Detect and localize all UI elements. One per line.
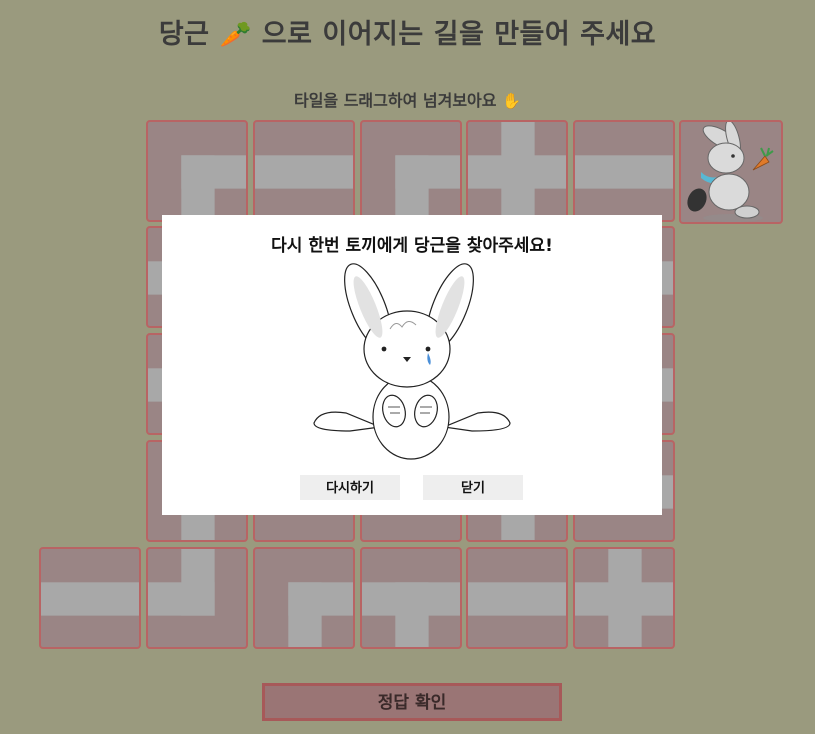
path-tile-r5c0[interactable] — [39, 547, 141, 649]
page-title: 당근 🥕 으로 이어지는 길을 만들어 주세요 — [0, 12, 815, 51]
page-subtitle: 타일을 드래그하여 넘겨보아요 ✋ — [0, 87, 815, 111]
path-segment-icon — [468, 582, 566, 616]
carrot-icon: 🥕 — [219, 20, 252, 50]
path-segment-icon — [575, 155, 673, 189]
crying-rabbit-icon — [313, 263, 511, 460]
rabbit-with-carrot-icon — [687, 120, 774, 222]
title-text-post: 으로 이어지는 길을 만들어 주세요 — [261, 19, 657, 50]
path-segment-icon — [575, 549, 673, 647]
title-text-pre: 당근 — [158, 19, 210, 50]
path-segment-icon — [288, 582, 353, 647]
path-tile-r5c4[interactable] — [466, 547, 568, 649]
close-button[interactable]: 닫기 — [423, 475, 523, 500]
path-tile-r5c1[interactable] — [146, 547, 248, 649]
retry-modal: 다시 한번 토끼에게 당근을 찾아주세요! 다시하기 닫기 — [162, 215, 662, 515]
path-tile-r1c3[interactable] — [360, 120, 462, 222]
rabbit-goal-cell — [679, 120, 783, 224]
hand-icon: ✋ — [502, 92, 521, 110]
path-segment-icon — [395, 155, 460, 220]
retry-button[interactable]: 다시하기 — [300, 475, 400, 500]
path-tile-r5c2[interactable] — [253, 547, 355, 649]
path-segment-icon — [181, 155, 246, 220]
path-segment-icon — [468, 122, 566, 220]
path-tile-r1c5[interactable] — [573, 120, 675, 222]
path-segment-icon — [362, 582, 460, 647]
subtitle-text: 타일을 드래그하여 넘겨보아요 — [293, 91, 497, 110]
path-tile-r5c5[interactable] — [573, 547, 675, 649]
path-tile-r1c4[interactable] — [466, 120, 568, 222]
path-segment-icon — [41, 582, 139, 616]
path-tile-r1c2[interactable] — [253, 120, 355, 222]
path-tile-r5c3[interactable] — [360, 547, 462, 649]
path-segment-icon — [148, 549, 215, 616]
check-answer-button[interactable]: 정답 확인 — [262, 683, 562, 721]
path-tile-r1c1[interactable] — [146, 120, 248, 222]
path-segment-icon — [255, 155, 353, 189]
modal-title: 다시 한번 토끼에게 당근을 찾아주세요! — [271, 236, 553, 256]
